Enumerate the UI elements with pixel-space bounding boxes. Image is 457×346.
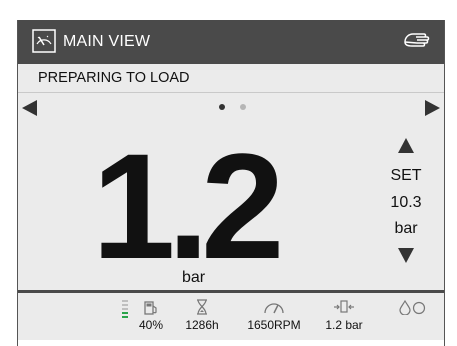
fuel-level-segment [122, 300, 128, 302]
gauge-frame-icon[interactable] [32, 29, 56, 53]
frame-right-edge [444, 20, 445, 346]
droplets-icon [394, 299, 430, 315]
rpm-indicator: 1650RPM [242, 293, 306, 332]
fuel-level-segment [122, 308, 128, 310]
tachometer-icon [242, 299, 306, 315]
next-page-button[interactable] [425, 100, 440, 116]
display-screen: MAIN VIEW PREPARING TO LOAD 1.2 bar SET … [18, 20, 444, 340]
fuel-indicator: 40% [136, 293, 166, 332]
status-bar: PREPARING TO LOAD [18, 64, 444, 93]
footer-status: 40% 1286h 1650RPM 1.2 bar [18, 293, 444, 340]
pressure-indicator: 1.2 bar [319, 293, 369, 332]
page-indicator-inactive [240, 104, 246, 110]
fuel-level-segment [122, 312, 128, 314]
pressure-value-label: 1.2 bar [325, 318, 363, 332]
setpoint-unit: bar [394, 220, 418, 237]
status-text: PREPARING TO LOAD [38, 70, 190, 86]
main-pressure-unit: bar [182, 269, 206, 286]
setpoint-value: 10.3 [390, 194, 422, 211]
fuel-level-label: 40% [138, 318, 164, 332]
fuel-pump-icon [136, 299, 166, 315]
engine-hours-label: 1286h [185, 318, 219, 332]
page-navigation [18, 97, 444, 119]
valve-icon [319, 299, 369, 315]
setpoint-decrease-button[interactable] [398, 248, 414, 263]
hand-icon[interactable] [402, 28, 432, 54]
hours-indicator: 1286h [180, 293, 224, 332]
setpoint-increase-button[interactable] [398, 138, 414, 153]
setpoint-label: SET [390, 167, 422, 184]
page-title: MAIN VIEW [63, 33, 151, 50]
setpoint-control: SET 10.3 bar [380, 138, 432, 263]
fuel-level-segment [122, 304, 128, 306]
droplets-indicator [394, 293, 430, 315]
previous-page-button[interactable] [22, 100, 37, 116]
engine-rpm-label: 1650RPM [247, 318, 301, 332]
header-bar: MAIN VIEW [18, 20, 444, 64]
hourglass-icon [180, 299, 224, 315]
main-pressure-value: 1.2 [92, 122, 285, 290]
fuel-level-segment [122, 316, 128, 318]
page-indicator-active [219, 104, 225, 110]
fuel-level-bars [122, 300, 128, 320]
